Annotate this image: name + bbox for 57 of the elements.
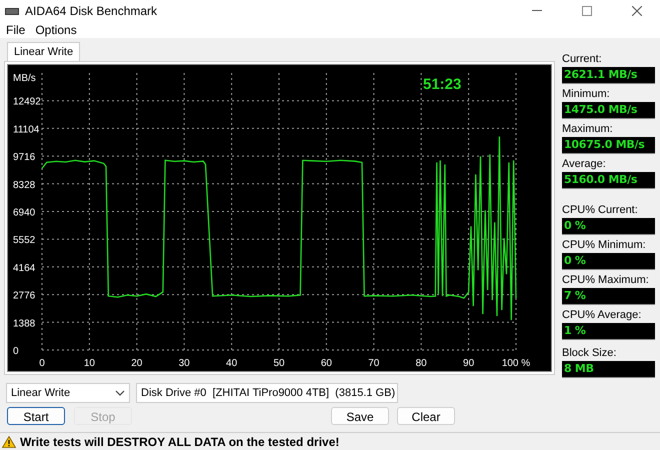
stat-value: 8 MB: [562, 361, 655, 378]
stat-value: 0 %: [562, 218, 655, 235]
y-tick-label: 6940: [13, 208, 36, 218]
x-tick-label: 30: [178, 358, 190, 369]
y-tick-label: 1388: [13, 318, 36, 330]
action-button[interactable]: Save: [331, 407, 389, 425]
action-button[interactable]: Start: [7, 407, 65, 425]
x-tick-label: 40: [226, 358, 238, 369]
y-tick-label: 8328: [13, 180, 36, 191]
stat-value: 1 %: [562, 323, 655, 340]
y-tick-label: 5552: [13, 235, 36, 246]
stat-label: CPU% Average:: [562, 308, 642, 322]
drive-icon: [5, 7, 19, 15]
y-axis-unit: MB/s: [13, 73, 36, 84]
x-tick-label: 20: [131, 358, 142, 369]
x-tick-label: 60: [320, 358, 332, 369]
maximize-icon[interactable]: [582, 6, 592, 16]
stat-value: 7 %: [562, 288, 655, 305]
stat-value: 0 %: [562, 253, 655, 270]
stat-label: Minimum:: [562, 87, 611, 101]
x-tick-label: 10: [84, 358, 95, 369]
stat-value: 10675.0 MB/s: [562, 137, 655, 154]
stat-label: CPU% Minimum:: [562, 238, 647, 252]
stat-value: 5160.0 MB/s: [562, 172, 655, 189]
close-icon[interactable]: [632, 6, 642, 16]
test-type-dropdown[interactable]: Linear Write: [6, 383, 130, 403]
y-tick-label: 2776: [13, 290, 36, 302]
menu-item[interactable]: Options: [35, 21, 77, 39]
action-button[interactable]: Clear: [397, 407, 455, 425]
stat-label: CPU% Maximum:: [562, 273, 650, 287]
tab[interactable]: Linear Write: [7, 42, 80, 61]
menu-item[interactable]: File: [6, 21, 26, 39]
warning-icon: [2, 436, 16, 448]
y-tick-label: 9716: [13, 152, 36, 164]
stat-label: Current:: [562, 52, 603, 66]
drive-dropdown[interactable]: Disk Drive #0 [ZHITAI TiPro9000 4TB] (3815.1 GB): [136, 383, 398, 403]
window-title: AIDA64 Disk Benchmark: [25, 3, 158, 20]
warning-text: Write tests will DESTROY ALL DATA on the tested drive!: [20, 434, 340, 450]
stat-label: CPU% Current:: [562, 203, 639, 217]
x-tick-label: 80: [416, 358, 427, 369]
stat-label: Block Size:: [562, 346, 618, 360]
y-tick-label: 12492: [13, 96, 41, 108]
elapsed-time: 51:23: [423, 76, 462, 93]
chevron-down-icon: [115, 390, 125, 396]
x-tick-label: 50: [273, 358, 285, 369]
y-tick-label: 4164: [13, 262, 36, 274]
stat-value: 2621.1 MB/s: [562, 67, 655, 84]
y-tick-label: 0: [13, 346, 19, 357]
minimize-icon[interactable]: [532, 10, 542, 12]
x-tick-label: 0: [39, 358, 45, 369]
stat-value: 1475.0 MB/s: [562, 102, 655, 119]
x-tick-label: 100 %: [502, 358, 530, 369]
y-tick-label: 11104: [13, 124, 40, 136]
x-tick-label: 90: [463, 358, 474, 369]
stat-label: Maximum:: [562, 122, 614, 136]
stat-label: Average:: [562, 157, 607, 171]
x-tick-label: 70: [368, 358, 380, 369]
